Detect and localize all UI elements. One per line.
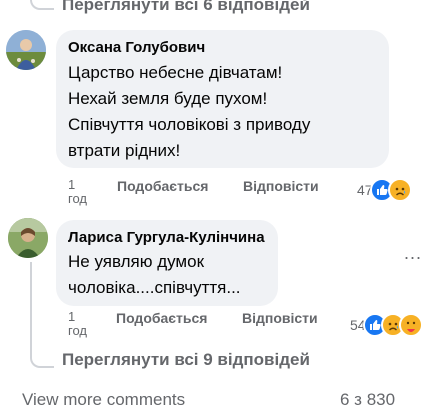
like-button[interactable]: Подобається	[117, 178, 208, 194]
timestamp-value: 1	[68, 177, 76, 192]
comment-timestamp[interactable]: 1 год	[68, 178, 98, 206]
reply-button[interactable]: Відповісти	[243, 178, 319, 194]
avatar-photo-icon	[6, 30, 46, 70]
comment-text-line: Співчуття чоловікові з приводу	[68, 115, 311, 134]
comment-timestamp[interactable]: 1 год	[68, 310, 98, 338]
comment-author[interactable]: Оксана Голубович	[68, 38, 377, 58]
view-all-replies-link-top[interactable]: Переглянути всі 6 відповідей	[62, 0, 310, 15]
reply-button[interactable]: Відповісти	[242, 310, 318, 326]
comment-text-line: Нехай земля буде пухом!	[68, 89, 268, 108]
avatar[interactable]	[6, 30, 46, 70]
timestamp-unit: год	[68, 191, 87, 206]
more-options-icon[interactable]: ...	[404, 243, 422, 264]
reaction-summary[interactable]: 47	[357, 178, 412, 202]
comment-text: Царство небесне дівчатам! Нехай земля бу…	[68, 60, 377, 164]
view-more-comments-link[interactable]: View more comments	[22, 390, 185, 410]
like-button[interactable]: Подобається	[116, 310, 207, 326]
sad-icon	[387, 178, 412, 202]
comment-bubble: Оксана Голубович Царство небесне дівчата…	[56, 30, 389, 168]
comment-text-line: втрати рідних!	[68, 141, 181, 160]
thread-connector	[30, 262, 54, 368]
reaction-summary[interactable]: 54	[350, 313, 423, 337]
avatar[interactable]	[8, 218, 48, 258]
comments-count: 6 з 830	[340, 390, 396, 409]
comment-text-line: Не уявляю думок	[68, 252, 205, 271]
timestamp-unit: год	[68, 323, 87, 338]
care-icon	[398, 313, 423, 337]
comment-text: Не уявляю думок чоловіка....співчуття...	[68, 249, 266, 301]
comment-bubble: Лариса Гургула-Кулінчина Не уявляю думок…	[56, 220, 278, 306]
comment-text-line: Царство небесне дівчатам!	[68, 63, 283, 82]
view-all-replies-link[interactable]: Переглянути всі 9 відповідей	[62, 350, 310, 370]
comment-author[interactable]: Лариса Гургула-Кулінчина	[68, 228, 266, 248]
avatar-photo-icon	[8, 218, 48, 258]
thread-connector-top	[30, 0, 54, 10]
timestamp-value: 1	[68, 309, 76, 324]
comment-text-line: чоловіка....співчуття...	[68, 278, 241, 297]
